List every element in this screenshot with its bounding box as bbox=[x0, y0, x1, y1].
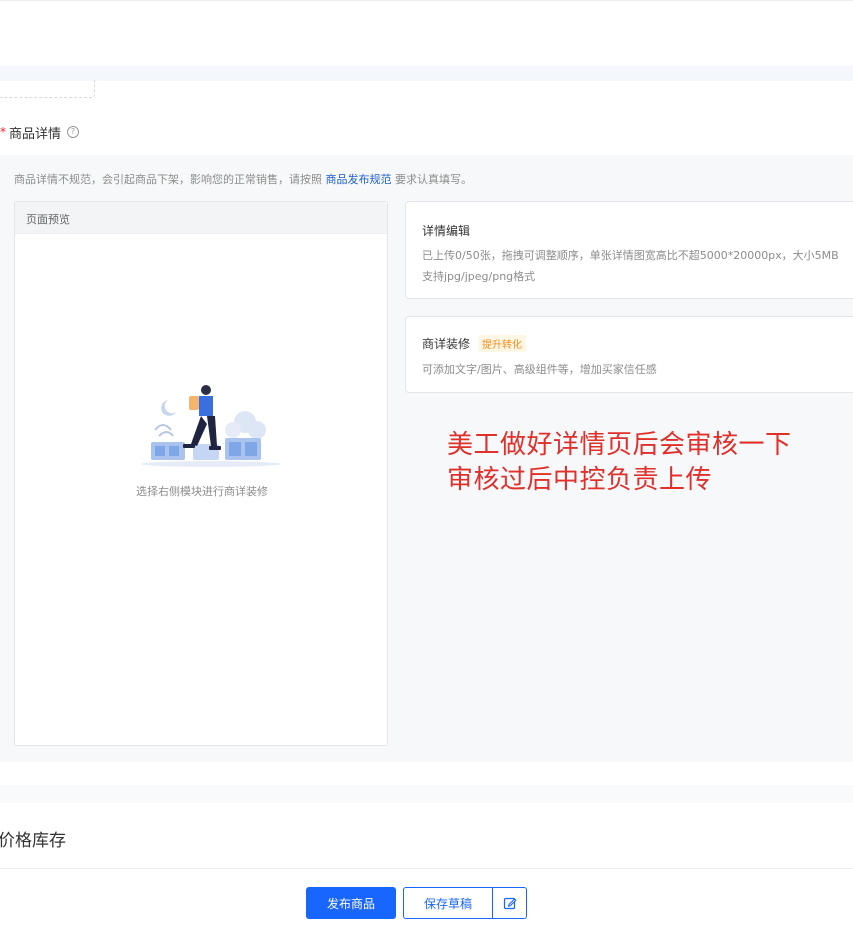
detail-decor-heading: 商详装修 提升转化 bbox=[422, 335, 527, 352]
notice-prefix: 商品详情不规范，会引起商品下架，影响您的正常销售，请按照 bbox=[14, 173, 322, 186]
detail-notice: 商品详情不规范，会引起商品下架，影响您的正常销售，请按照 商品发布规范 要求认真… bbox=[14, 171, 472, 187]
page-preview: 页面预览 选择右侧模块进行商详装修 bbox=[14, 201, 388, 746]
footer-divider bbox=[0, 868, 853, 869]
detail-edit-desc: 已上传0/50张，拖拽可调整顺序，单张详情图宽高比不超5000*20000px，… bbox=[422, 249, 839, 262]
section-divider-bottom bbox=[0, 785, 853, 803]
publish-button[interactable]: 发布商品 bbox=[306, 887, 396, 919]
save-draft-button[interactable]: 保存草稿 bbox=[403, 887, 493, 919]
detail-edit-card[interactable]: 详情编辑 已上传0/50张，拖拽可调整顺序，单张详情图宽高比不超5000*200… bbox=[405, 201, 853, 299]
notice-suffix: 要求认真填写。 bbox=[395, 173, 472, 186]
annotation-line-2: 审核过后中控负责上传 bbox=[447, 465, 713, 495]
question-circle-icon[interactable]: ? bbox=[67, 126, 80, 138]
detail-edit-format: 支持jpg/jpeg/png格式 bbox=[422, 270, 536, 283]
section-divider bbox=[0, 66, 853, 81]
preview-header: 页面预览 bbox=[15, 202, 387, 234]
upload-area-edge[interactable] bbox=[0, 80, 95, 98]
section-title: 商品详情 bbox=[9, 126, 62, 142]
detail-decor-card[interactable]: 商详装修 提升转化 可添加文字/图片、高级组件等，增加买家信任感 bbox=[405, 316, 853, 393]
detail-decor-title: 商详装修 bbox=[422, 337, 471, 351]
empty-state-illustration bbox=[141, 385, 281, 467]
edit-icon bbox=[503, 897, 517, 910]
product-publish-page: * 商品详情 ? 商品详情不规范，会引起商品下架，影响您的正常销售，请按照 商品… bbox=[0, 0, 853, 930]
price-stock-heading: 价格库存 bbox=[0, 831, 66, 851]
product-detail-heading: * 商品详情 ? bbox=[0, 122, 80, 142]
detail-decor-desc: 可添加文字/图片、高级组件等，增加买家信任感 bbox=[422, 363, 657, 376]
annotation-line-1: 美工做好详情页后会审核一下 bbox=[447, 430, 792, 460]
publish-rules-link[interactable]: 商品发布规范 bbox=[326, 173, 392, 186]
edit-button[interactable] bbox=[492, 887, 527, 919]
empty-state-text: 选择右侧模块进行商详装修 bbox=[136, 485, 268, 498]
required-mark: * bbox=[0, 125, 6, 139]
detail-edit-title: 详情编辑 bbox=[422, 224, 471, 238]
top-area bbox=[0, 0, 853, 66]
conversion-tag: 提升转化 bbox=[478, 335, 527, 352]
